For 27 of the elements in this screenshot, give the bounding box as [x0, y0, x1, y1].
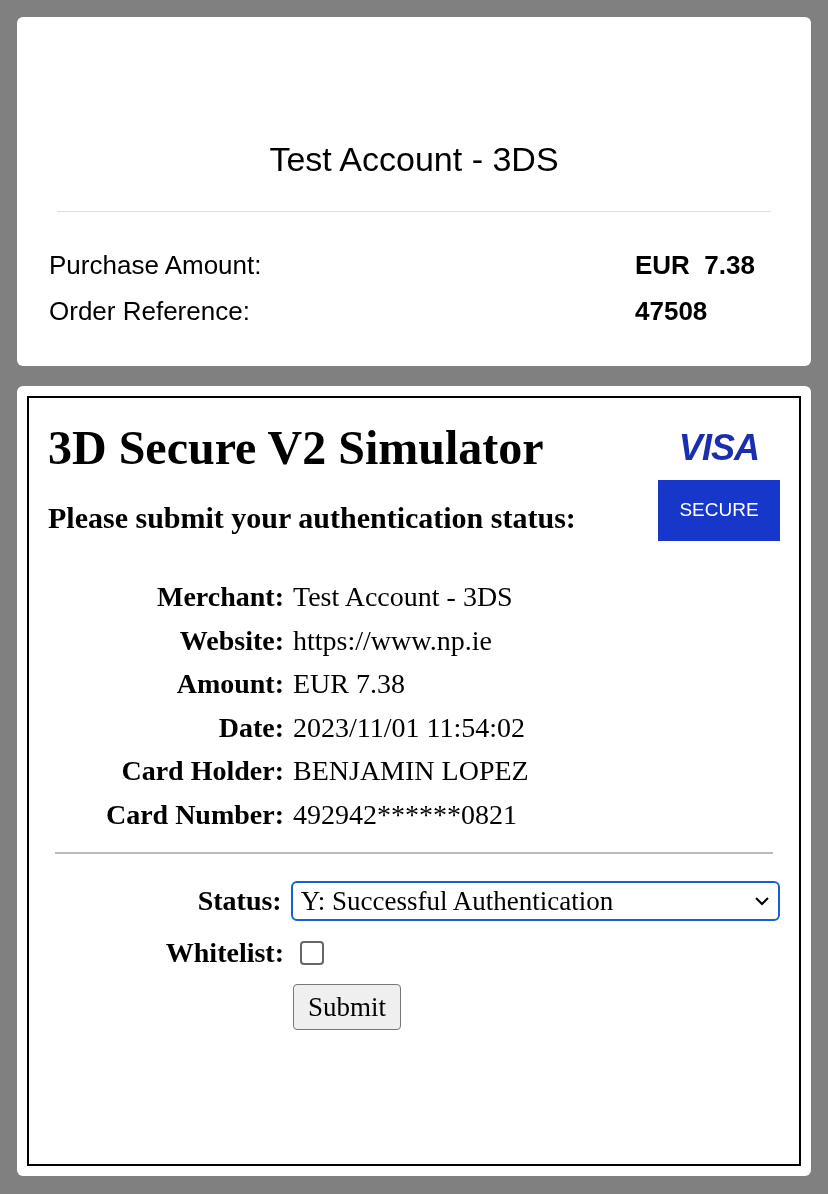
prompt-text: Please submit your authentication status:	[48, 500, 577, 536]
detail-value: Test Account - 3DS	[293, 580, 513, 614]
account-title: Test Account - 3DS	[268, 139, 560, 180]
submit-button[interactable]: Submit	[293, 984, 402, 1030]
summary-value: 47508	[635, 295, 708, 328]
detail-label: Card Number:	[104, 797, 284, 832]
chevron-down-icon	[754, 896, 770, 906]
detail-label: Amount:	[175, 667, 284, 701]
detail-value: https://www.np.ie	[293, 623, 492, 658]
detail-label: Card Holder:	[120, 754, 284, 788]
detail-value: 492942******0821	[293, 797, 517, 832]
summary-value: EUR 7.38	[635, 249, 755, 282]
detail-value: BENJAMIN LOPEZ	[293, 754, 529, 788]
summary-label: Order Reference:	[49, 295, 251, 328]
visa-logo: VISA	[678, 428, 760, 468]
simulator-title: 3D Secure V2 Simulator	[48, 420, 545, 476]
detail-label: Website:	[178, 623, 284, 658]
status-select[interactable]: Y: Successful Authentication	[290, 881, 780, 921]
whitelist-label: Whitelist:	[164, 936, 284, 970]
status-label: Status:	[196, 884, 282, 918]
detail-label: Date:	[217, 710, 284, 745]
detail-value: EUR 7.38	[293, 667, 405, 701]
detail-label: Merchant:	[156, 580, 284, 614]
summary-label: Purchase Amount:	[49, 249, 263, 282]
whitelist-checkbox[interactable]	[300, 941, 324, 965]
secure-badge: SECURE	[658, 480, 780, 541]
detail-value: 2023/11/01 11:54:02	[293, 710, 526, 745]
